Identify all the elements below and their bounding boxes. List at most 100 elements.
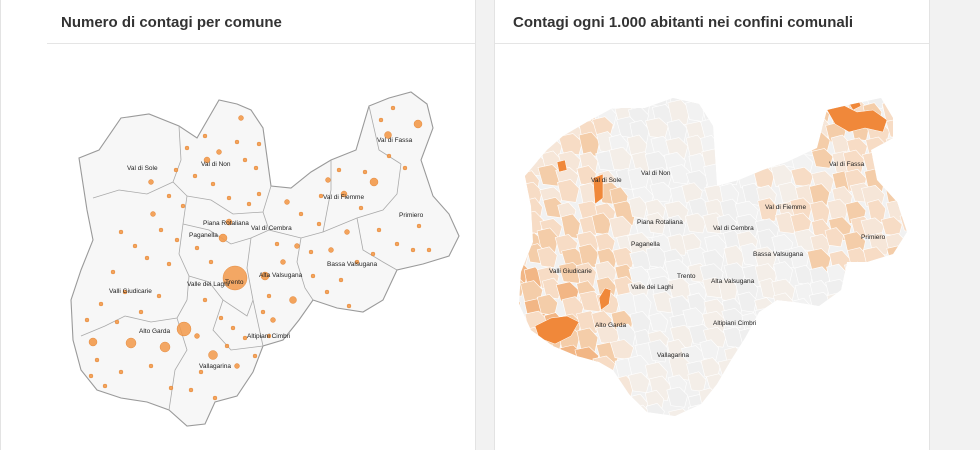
comune-cell[interactable]: [540, 344, 561, 370]
comune-cell[interactable]: [826, 292, 847, 313]
comune-cell[interactable]: [900, 295, 922, 320]
comune-cell[interactable]: [865, 404, 885, 427]
comune-bubble[interactable]: [208, 350, 218, 360]
comune-cell[interactable]: [719, 408, 744, 433]
comune-cell[interactable]: [755, 98, 778, 123]
comune-cell[interactable]: [811, 427, 833, 449]
comune-bubble[interactable]: [118, 369, 124, 375]
comune-cell[interactable]: [771, 358, 794, 382]
comune-bubble[interactable]: [246, 201, 252, 207]
comune-cell[interactable]: [886, 275, 907, 299]
comune-cell[interactable]: [506, 149, 530, 171]
comune-cell[interactable]: [904, 233, 927, 258]
comune-bubble[interactable]: [308, 249, 314, 255]
comune-cell[interactable]: [503, 359, 523, 384]
comune-bubble[interactable]: [274, 241, 280, 247]
comune-cell[interactable]: [777, 374, 802, 399]
comune-bubble[interactable]: [369, 177, 379, 187]
comune-cell[interactable]: [868, 341, 892, 366]
comune-cell[interactable]: [825, 377, 848, 402]
comune-cell[interactable]: [593, 407, 616, 430]
comune-cell[interactable]: [724, 346, 744, 371]
comune-cell[interactable]: [777, 346, 800, 371]
comune-cell[interactable]: [796, 355, 817, 376]
comune-cell[interactable]: [777, 313, 799, 334]
comune-cell[interactable]: [649, 422, 668, 444]
comune-cell[interactable]: [668, 408, 693, 431]
comune-cell[interactable]: [501, 391, 523, 416]
comune-bubble[interactable]: [344, 229, 350, 235]
comune-cell[interactable]: [520, 421, 539, 443]
comune-bubble[interactable]: [402, 165, 408, 171]
comune-cell[interactable]: [772, 116, 794, 139]
comune-cell[interactable]: [810, 308, 835, 334]
comune-bubble[interactable]: [310, 273, 316, 279]
comune-cell[interactable]: [880, 390, 904, 413]
comune-cell[interactable]: [539, 114, 560, 136]
comune-cell[interactable]: [741, 135, 766, 157]
comune-bubble[interactable]: [390, 105, 396, 111]
comune-bubble[interactable]: [410, 247, 416, 253]
comune-cell[interactable]: [756, 91, 778, 113]
comune-cell[interactable]: [864, 293, 886, 316]
comune-cell[interactable]: [896, 98, 918, 124]
comune-cell[interactable]: [759, 120, 778, 141]
comune-bubble[interactable]: [202, 133, 208, 139]
comune-cell[interactable]: [591, 388, 612, 412]
comune-cell[interactable]: [689, 422, 709, 443]
comune-cell[interactable]: [903, 182, 922, 203]
comune-cell[interactable]: [735, 117, 760, 143]
comune-bubble[interactable]: [378, 117, 384, 123]
comune-cell[interactable]: [794, 338, 816, 363]
comune-bubble[interactable]: [252, 353, 258, 359]
comune-cell[interactable]: [502, 326, 526, 350]
comune-cell[interactable]: [754, 131, 774, 155]
comune-bubble[interactable]: [118, 229, 124, 235]
comune-cell[interactable]: [904, 163, 927, 189]
comune-bubble[interactable]: [166, 193, 172, 199]
comune-cell[interactable]: [525, 339, 546, 364]
comune-cell[interactable]: [572, 375, 596, 401]
comune-cell[interactable]: [704, 406, 726, 431]
comune-cell[interactable]: [520, 392, 540, 416]
comune-bubble[interactable]: [94, 357, 100, 363]
comune-cell[interactable]: [866, 314, 889, 338]
comune-cell[interactable]: [521, 137, 543, 162]
comune-cell[interactable]: [896, 134, 920, 157]
comune-cell[interactable]: [502, 181, 523, 202]
comune-cell[interactable]: [844, 261, 868, 285]
comune-bubble[interactable]: [150, 211, 156, 217]
comune-cell[interactable]: [502, 89, 524, 111]
comune-cell[interactable]: [886, 245, 909, 267]
comune-cell[interactable]: [698, 387, 719, 412]
comune-bubble[interactable]: [198, 369, 204, 375]
comune-cell[interactable]: [843, 309, 867, 331]
comune-cell[interactable]: [757, 420, 779, 440]
comune-cell[interactable]: [560, 390, 583, 415]
comune-cell[interactable]: [807, 345, 830, 369]
comune-cell[interactable]: [792, 325, 813, 347]
comune-bubble[interactable]: [266, 293, 272, 299]
comune-bubble[interactable]: [256, 191, 262, 197]
comune-bubble[interactable]: [174, 237, 180, 243]
comune-cell[interactable]: [717, 85, 740, 108]
comune-bubble[interactable]: [194, 245, 200, 251]
comune-bubble[interactable]: [234, 363, 240, 369]
comune-cell[interactable]: [541, 360, 564, 383]
comune-cell[interactable]: [771, 325, 795, 351]
comune-cell[interactable]: [754, 307, 778, 331]
comune-cell[interactable]: [903, 200, 924, 226]
comune-bubble[interactable]: [230, 325, 236, 331]
comune-cell[interactable]: [792, 103, 815, 127]
comune-cell[interactable]: [522, 121, 545, 144]
comune-cell[interactable]: [793, 389, 814, 410]
comune-cell[interactable]: [848, 328, 872, 351]
comune-cell[interactable]: [597, 86, 620, 110]
comune-cell[interactable]: [866, 261, 886, 285]
comune-cell[interactable]: [578, 387, 598, 410]
comune-bubble[interactable]: [166, 261, 172, 267]
comune-cell[interactable]: [885, 135, 909, 158]
comune-cell[interactable]: [687, 393, 710, 418]
comune-bubble[interactable]: [194, 333, 200, 339]
comune-cell[interactable]: [792, 408, 814, 432]
